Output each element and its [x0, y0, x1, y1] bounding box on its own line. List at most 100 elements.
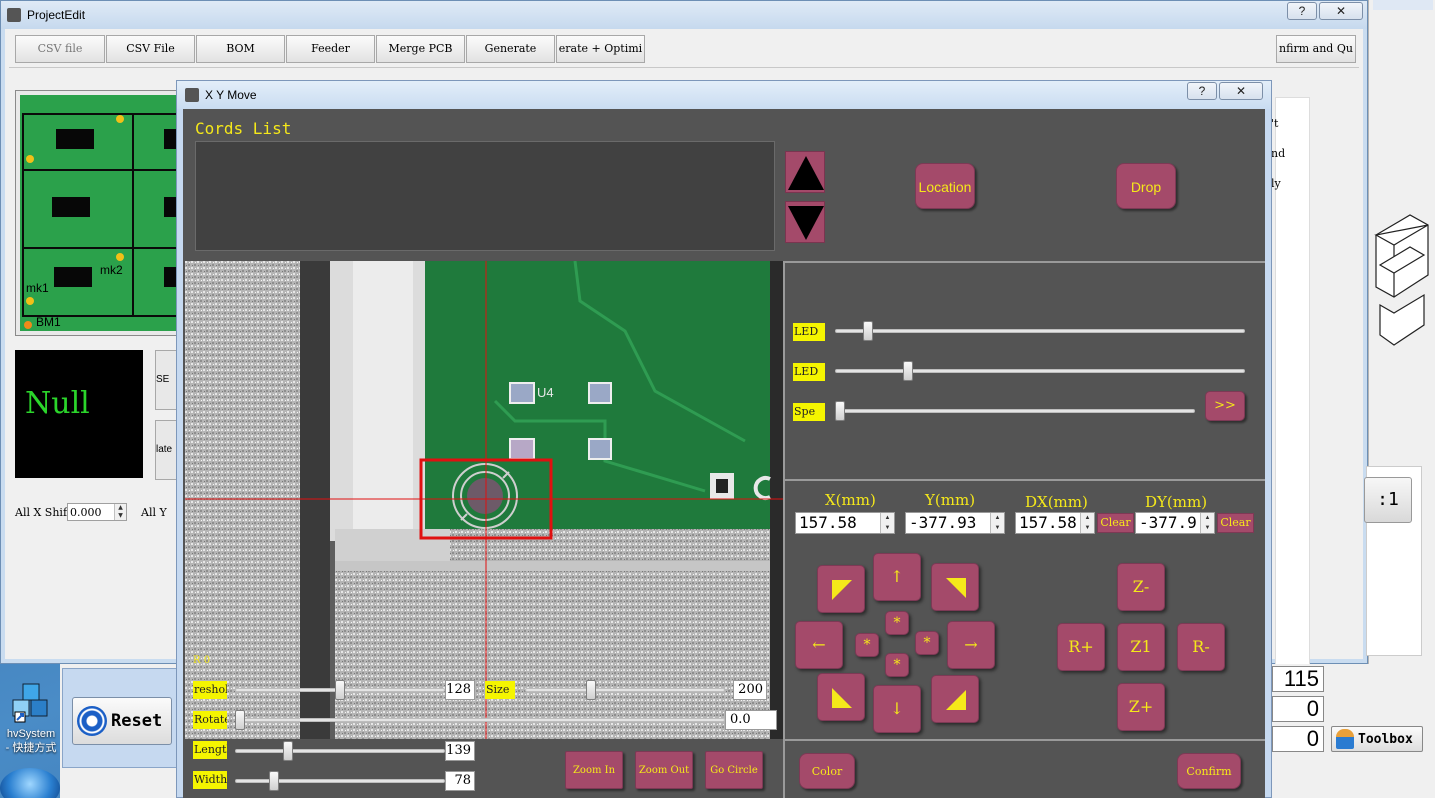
rotation-readout: R 0: [193, 655, 211, 666]
generate-optimize-button[interactable]: erate + Optimi: [556, 35, 645, 63]
camera-view[interactable]: U4 R 0 reshol 128 Size 200 Rotat 0.0: [185, 261, 783, 739]
move-up-left-button[interactable]: [817, 565, 865, 613]
panel-divider: [785, 739, 1265, 741]
cords-list-title: Cords List: [195, 119, 292, 138]
csv-file-tab[interactable]: CSV file: [15, 35, 105, 63]
move-down-button[interactable]: ↓: [873, 685, 921, 733]
width-value[interactable]: 78: [445, 771, 475, 791]
help-button[interactable]: ?: [1287, 2, 1317, 20]
go-circle-button[interactable]: Go Circle: [705, 751, 763, 789]
more-button[interactable]: >>: [1205, 391, 1245, 421]
length-slider-thumb[interactable]: [283, 741, 293, 761]
r-plus-button[interactable]: R+: [1057, 623, 1105, 671]
spin-arrows-icon[interactable]: ▲ ▼: [880, 513, 894, 533]
triangle-up-icon: [788, 156, 824, 190]
reset-button[interactable]: Reset: [72, 697, 172, 745]
dy-mm-label: DY(mm): [1145, 493, 1208, 511]
dx-mm-field[interactable]: 157.58 ▲ ▼: [1015, 512, 1095, 534]
info-text: 't nd ly: [1271, 117, 1286, 190]
size-slider-track[interactable]: [525, 688, 725, 692]
cords-list-box[interactable]: [195, 141, 775, 251]
close-button[interactable]: ✕: [1319, 2, 1363, 20]
length-slider-track[interactable]: [235, 749, 445, 753]
move-up-right-button[interactable]: [931, 563, 979, 611]
z1-button[interactable]: Z1: [1117, 623, 1165, 671]
panel-divider: [785, 479, 1265, 481]
confirm-button[interactable]: Confirm: [1177, 753, 1241, 789]
size-slider-thumb[interactable]: [585, 680, 596, 700]
move-right-button[interactable]: →: [947, 621, 995, 669]
threshold-label: reshol: [193, 681, 227, 699]
rotate-value[interactable]: 0.0: [725, 710, 777, 730]
close-button[interactable]: ✕: [1219, 82, 1263, 100]
count-field-3[interactable]: 0: [1272, 726, 1324, 752]
move-down-right-button[interactable]: [931, 675, 979, 723]
move-left-button[interactable]: ←: [795, 621, 843, 669]
dy-mm-field[interactable]: -377.9 ▲ ▼: [1135, 512, 1215, 534]
spin-arrows-icon[interactable]: ▲ ▼: [1080, 513, 1094, 533]
fiducial-marker: [116, 253, 124, 261]
help-button[interactable]: ?: [1187, 82, 1217, 100]
spin-arrows-icon[interactable]: ▲ ▼: [990, 513, 1004, 533]
list-down-button[interactable]: [785, 201, 825, 243]
z-plus-button[interactable]: Z+: [1117, 683, 1165, 731]
spin-arrows-icon[interactable]: ▲ ▼: [114, 504, 127, 520]
size-value[interactable]: 200: [733, 680, 767, 700]
zoom-out-button[interactable]: Zoom Out: [635, 751, 693, 789]
arrow-up-left-icon: [832, 580, 852, 600]
desktop-shortcut-hvsystem[interactable]: hvSystem - 快捷方式: [2, 680, 60, 755]
y-mm-field[interactable]: -377.93 ▲ ▼: [905, 512, 1005, 534]
move-down-left-button[interactable]: [817, 673, 865, 721]
toolbar-divider: [9, 67, 1359, 68]
count-field-2[interactable]: 0: [1272, 696, 1324, 722]
merge-pcb-button[interactable]: Merge PCB: [376, 35, 465, 63]
led1-slider-track[interactable]: [835, 329, 1245, 333]
count-field-1[interactable]: 115: [1272, 666, 1324, 692]
z-minus-button[interactable]: Z-: [1117, 563, 1165, 611]
project-edit-titlebar[interactable]: ProjectEdit: [1, 1, 1367, 29]
step-down-button[interactable]: *: [885, 653, 909, 677]
feeder-button[interactable]: Feeder: [286, 35, 375, 63]
reset-icon: [77, 706, 107, 736]
led2-slider-track[interactable]: [835, 369, 1245, 373]
step-left-button[interactable]: *: [855, 633, 879, 657]
location-button[interactable]: Location: [915, 163, 975, 209]
all-x-shift-input[interactable]: 0.000 ▲ ▼: [67, 503, 128, 521]
color-button[interactable]: Color: [799, 753, 855, 789]
generate-button[interactable]: Generate: [466, 35, 555, 63]
speed-slider-thumb[interactable]: [835, 401, 845, 421]
width-slider-track[interactable]: [235, 779, 445, 783]
pcb-preview[interactable]: mk2 mk1 BM1: [15, 90, 185, 336]
threshold-slider-thumb[interactable]: [335, 680, 345, 700]
drop-button[interactable]: Drop: [1116, 163, 1176, 209]
move-up-button[interactable]: ↑: [873, 553, 921, 601]
app-logo-icon: [185, 88, 199, 102]
zoom-in-button[interactable]: Zoom In: [565, 751, 623, 789]
threshold-value[interactable]: 128: [445, 680, 475, 700]
xy-move-titlebar[interactable]: X Y Move: [177, 81, 1271, 109]
bom-button[interactable]: BOM: [196, 35, 285, 63]
ratio-button[interactable]: :1: [1364, 477, 1412, 523]
spin-arrows-icon[interactable]: ▲ ▼: [1200, 513, 1214, 533]
r-minus-button[interactable]: R-: [1177, 623, 1225, 671]
confirm-and-quit-button[interactable]: nfirm and Qu: [1276, 35, 1356, 63]
step-right-button[interactable]: *: [915, 631, 939, 655]
rotate-slider-track[interactable]: [235, 718, 725, 722]
length-value[interactable]: 139: [445, 741, 475, 761]
step-up-button[interactable]: *: [885, 611, 909, 635]
mark-mk1-label: mk1: [26, 281, 49, 295]
csv-file-button[interactable]: CSV File: [106, 35, 195, 63]
x-mm-field[interactable]: 157.58 ▲ ▼: [795, 512, 895, 534]
led2-slider-thumb[interactable]: [903, 361, 913, 381]
speed-slider-track[interactable]: [835, 409, 1195, 413]
list-up-button[interactable]: [785, 151, 825, 193]
fiducial-marker: [26, 297, 34, 305]
toolbox-button[interactable]: Toolbox: [1331, 726, 1423, 752]
led1-slider-thumb[interactable]: [863, 321, 873, 341]
rotate-slider-thumb[interactable]: [235, 710, 245, 730]
dx-clear-button[interactable]: Clear: [1097, 513, 1134, 533]
width-slider-thumb[interactable]: [269, 771, 279, 791]
arrow-down-right-icon: [946, 690, 966, 710]
led2-label: LED: [793, 363, 825, 381]
dy-clear-button[interactable]: Clear: [1217, 513, 1254, 533]
